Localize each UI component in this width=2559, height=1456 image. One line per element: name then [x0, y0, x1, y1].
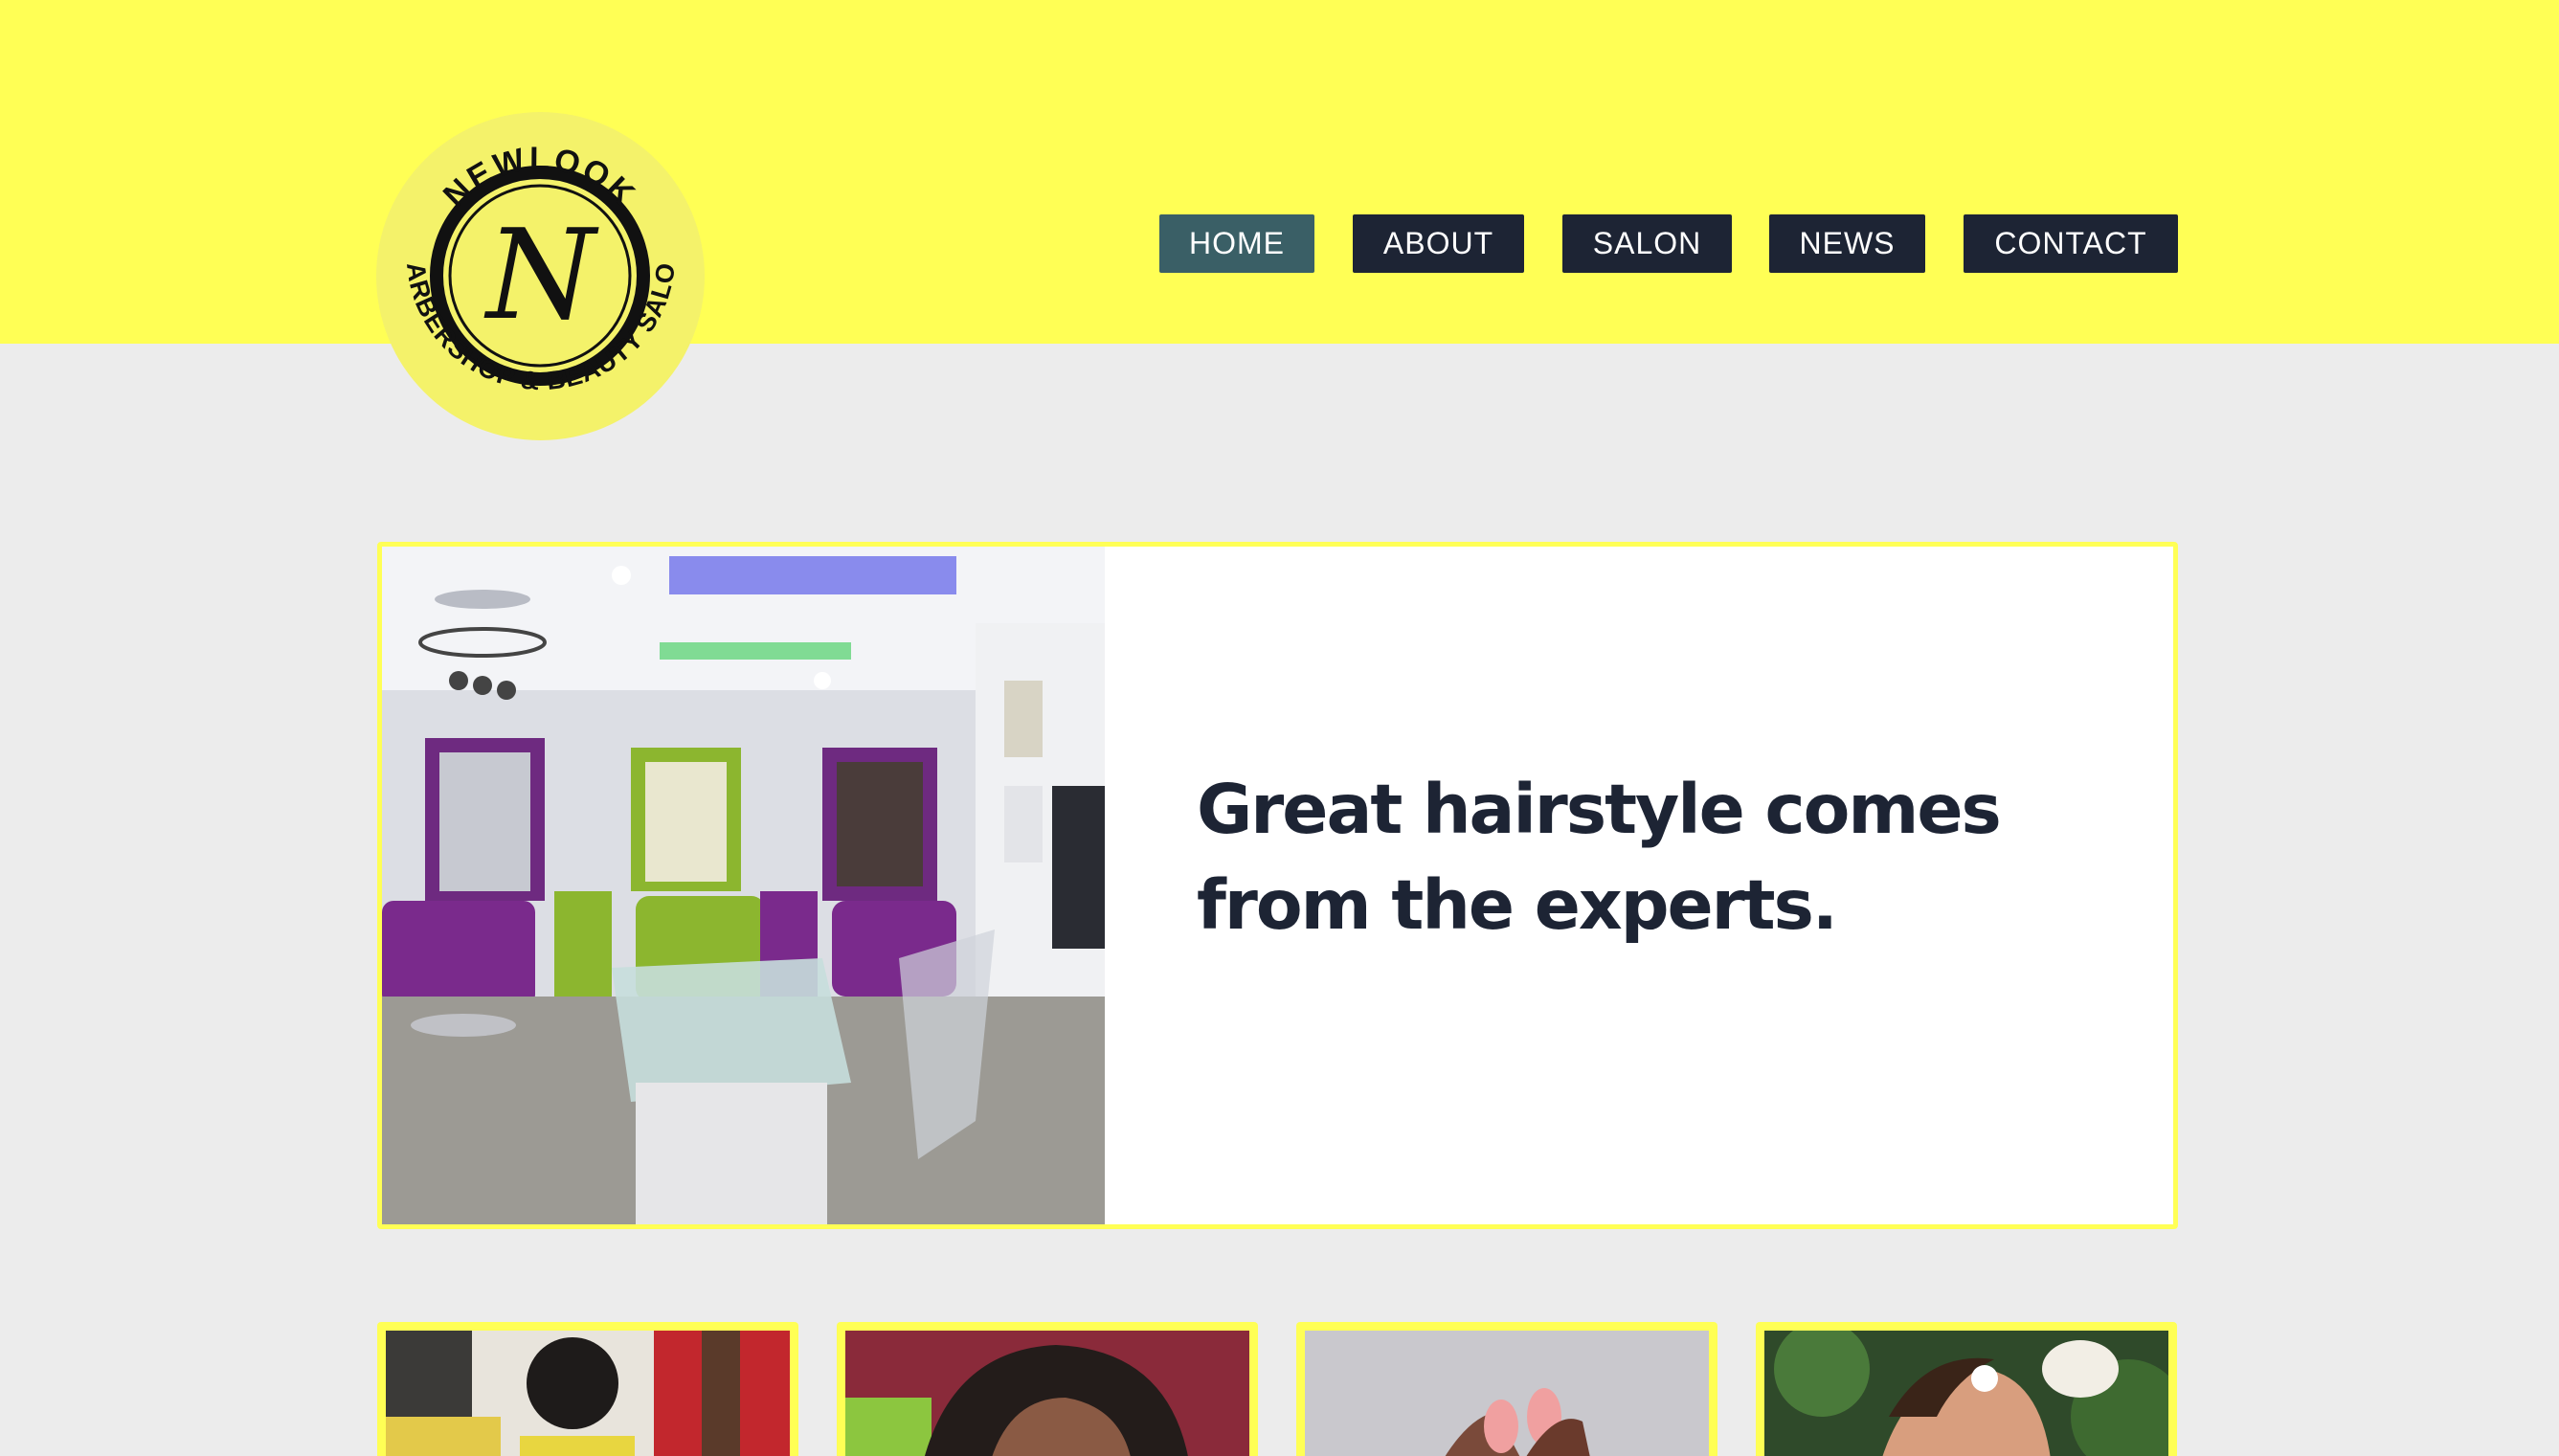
newlook-logo[interactable]: NEWLOOK BARBERSHOP & BEAUTY SALON N	[376, 112, 705, 440]
nav-salon[interactable]: SALON	[1562, 214, 1732, 273]
nav-news[interactable]: NEWS	[1769, 214, 1925, 273]
manicure-nails-photo	[1305, 1331, 1709, 1456]
spa-massage-photo	[1764, 1331, 2168, 1456]
service-card-spa[interactable]	[1756, 1322, 2177, 1456]
hair-styling-photo	[845, 1331, 1249, 1456]
hero-headline-line2: from the experts.	[1197, 865, 1838, 945]
service-card-nails[interactable]	[1296, 1322, 1717, 1456]
barbershop-haircut-photo	[386, 1331, 790, 1456]
nav-about[interactable]: ABOUT	[1353, 214, 1524, 273]
logo-emblem: NEWLOOK BARBERSHOP & BEAUTY SALON N	[376, 112, 701, 437]
main-nav: HOME ABOUT SALON NEWS CONTACT	[0, 214, 2559, 273]
service-cards	[0, 1322, 2559, 1456]
service-card-hair[interactable]	[837, 1322, 1258, 1456]
hero-card: Great hairstyle comes from the experts.	[377, 542, 2178, 1229]
service-card-barbershop[interactable]	[377, 1322, 798, 1456]
salon-interior-photo	[382, 547, 1105, 1224]
hero-headline-line1: Great hairstyle comes	[1197, 770, 2002, 849]
nav-home[interactable]: HOME	[1159, 214, 1314, 273]
hero-headline: Great hairstyle comes from the experts.	[1197, 762, 2077, 953]
nav-contact[interactable]: CONTACT	[1964, 214, 2178, 273]
